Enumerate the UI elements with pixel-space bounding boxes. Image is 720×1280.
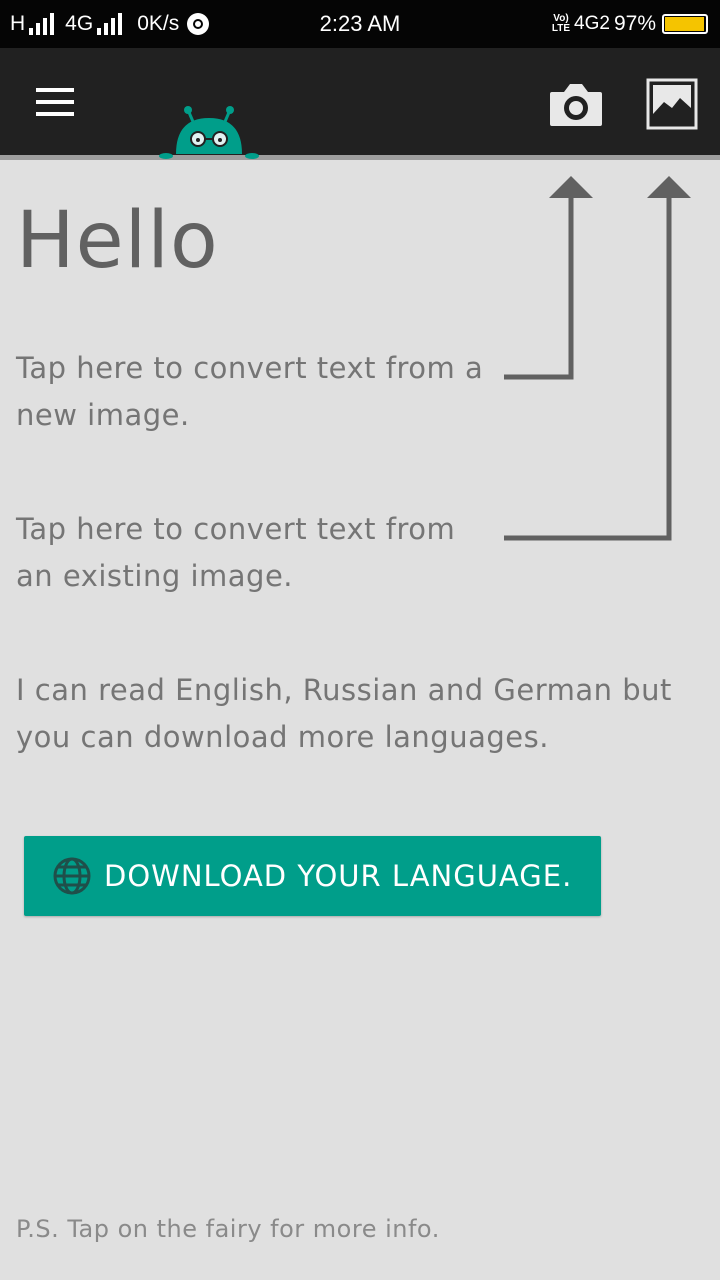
toolbar-divider [0, 155, 720, 160]
status-bar: H 4G 0K/s 2:23 AM Vo) LTE 4G2 97% [0, 0, 720, 48]
gallery-hint-arrow [504, 196, 672, 541]
gallery-hint-text: Tap here to convert text from an existin… [16, 512, 456, 593]
hamburger-menu-icon[interactable] [36, 88, 76, 118]
camera-hint-arrowhead [549, 176, 593, 198]
battery-percent: 97% [613, 12, 656, 35]
languages-hint-text: I can read English, Russian and German b… [16, 673, 672, 754]
camera-hint-arrow [504, 196, 574, 380]
app-toolbar [0, 48, 720, 156]
camera-icon[interactable] [548, 80, 604, 128]
battery-fill [665, 17, 704, 31]
greeting-title: Hello [16, 196, 219, 286]
ps-note: P.S. Tap on the fairy for more info. [16, 1215, 440, 1243]
download-button-label: DOWNLOAD YOUR LANGUAGE. [104, 859, 573, 893]
globe-icon [53, 857, 91, 895]
image-gallery-icon[interactable] [646, 78, 698, 130]
lte-label: LTE [551, 23, 571, 34]
volte-indicator: Vo) LTE [552, 14, 570, 34]
battery-icon [662, 14, 708, 34]
gallery-hint-arrowhead [647, 176, 691, 198]
robot-fairy-icon[interactable] [158, 104, 260, 160]
camera-hint-text: Tap here to convert text from a new imag… [16, 351, 484, 432]
network-type-right: 4G2 [574, 13, 610, 34]
download-language-button[interactable]: DOWNLOAD YOUR LANGUAGE. [24, 836, 601, 916]
status-right-group: Vo) LTE 4G2 97% [552, 12, 708, 36]
